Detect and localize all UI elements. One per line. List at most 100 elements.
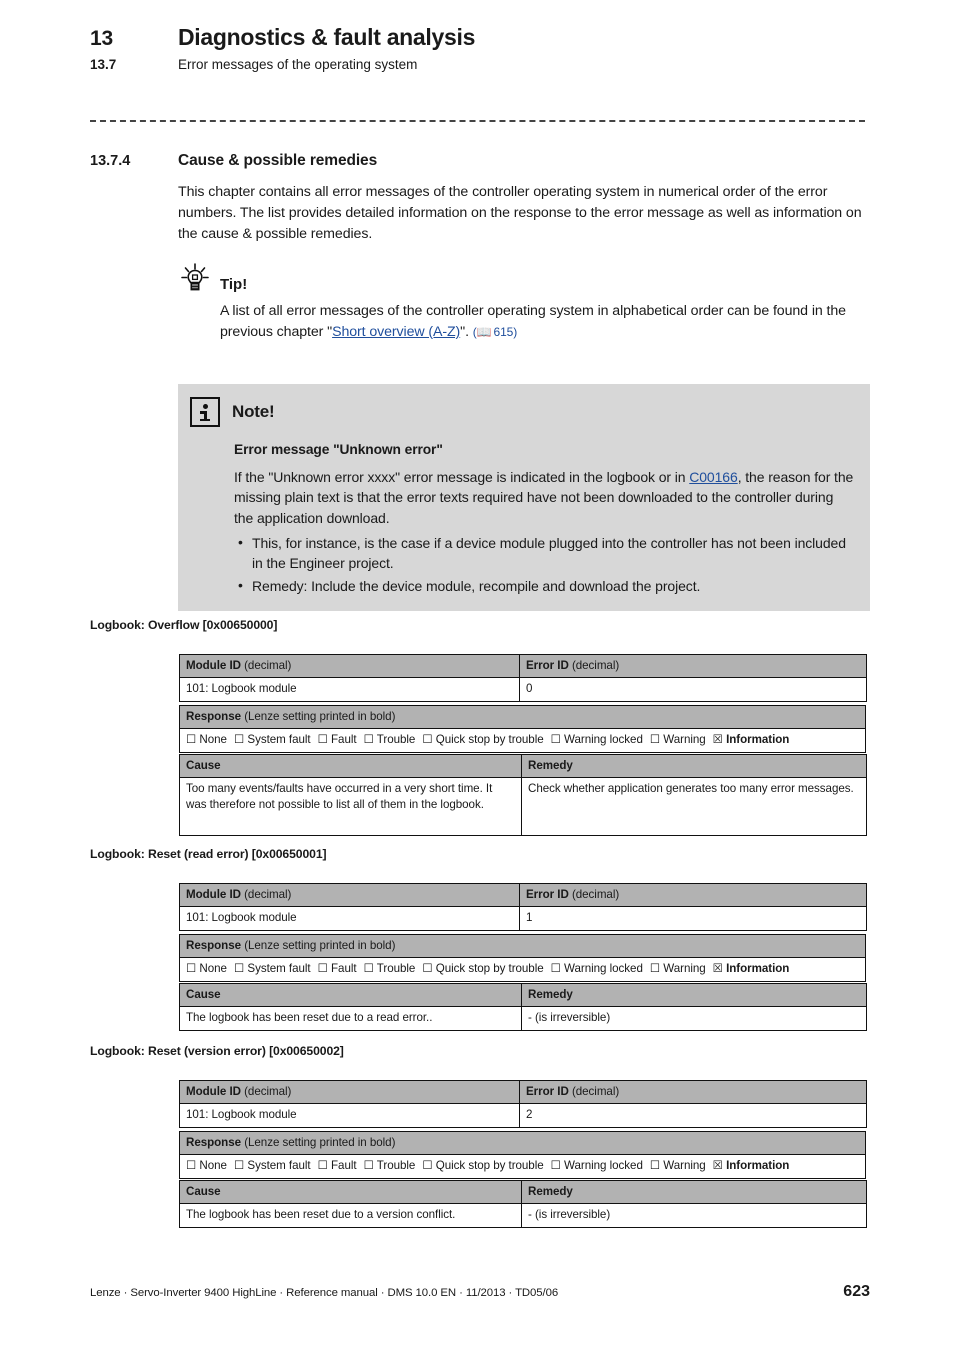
tip-title: Tip!	[220, 276, 248, 293]
response-option-warning-locked[interactable]: ☐ Warning locked	[550, 732, 643, 747]
response-option-trouble[interactable]: ☐ Trouble	[364, 1158, 416, 1172]
page-footer: Lenze · Servo-Inverter 9400 HighLine · R…	[90, 1283, 870, 1301]
error-block-caption: Logbook: Reset (version error) [0x006500…	[90, 1044, 344, 1058]
checkbox-unchecked-icon: ☐	[649, 1158, 661, 1173]
error-id-value: 2	[519, 1103, 867, 1128]
response-option-system-fault[interactable]: ☐ System fault	[233, 1158, 311, 1173]
cause-header: Cause	[179, 982, 522, 1008]
module-id-value: 101: Logbook module	[179, 677, 520, 702]
error-id-value: 0	[519, 677, 867, 702]
module-id-header: Module ID (decimal)	[179, 653, 520, 679]
section-title: Cause & possible remedies	[178, 152, 378, 169]
response-option-none[interactable]: ☐ None	[186, 732, 227, 747]
checkbox-checked-icon: ☒	[712, 732, 723, 747]
page-reference-number: 615	[493, 324, 514, 339]
response-option-information[interactable]: ☒ Information	[712, 961, 790, 976]
response-option-information[interactable]: ☒ Information	[712, 732, 790, 747]
response-option-none[interactable]: ☐ None	[186, 961, 227, 976]
remedy-header: Remedy	[521, 753, 867, 779]
table-row: 101: Logbook module 2	[179, 1103, 867, 1128]
response-option-trouble[interactable]: ☐ Trouble	[363, 732, 416, 747]
checkbox-unchecked-icon: ☐	[186, 732, 197, 747]
id-table: Module ID (decimal) Error ID (decimal) 1…	[179, 1079, 867, 1128]
checkbox-unchecked-icon: ☐	[550, 732, 561, 747]
response-option-warning-locked[interactable]: ☐ Warning locked	[551, 1158, 643, 1172]
module-id-header: Module ID (decimal)	[179, 1079, 520, 1105]
table-row: 101: Logbook module 0	[179, 677, 867, 702]
response-option-none[interactable]: ☐ None	[186, 1158, 227, 1172]
response-option-fault[interactable]: ☐ Fault	[318, 732, 357, 746]
response-options-cell: ☐ None ☐ System fault ☐ Fault ☐ Trouble ☐ Qu…	[179, 728, 866, 753]
tip-text-after-link: ".	[460, 323, 469, 340]
table-row: Cause Remedy	[179, 1179, 867, 1205]
response-option-trouble[interactable]: ☐ Trouble	[364, 961, 416, 975]
remedy-value: - (is irreversible)	[521, 1006, 867, 1031]
response-option-warning[interactable]: ☐ Warning	[649, 1158, 706, 1173]
table-row: Response (Lenze setting printed in bold)	[179, 1130, 866, 1156]
response-option-fault[interactable]: ☐ Fault	[317, 1158, 357, 1173]
error-id-header: Error ID (decimal)	[519, 653, 867, 679]
response-option-fault[interactable]: ☐ Fault	[318, 961, 357, 975]
error-id-header: Error ID (decimal)	[519, 1079, 867, 1105]
table-row: 101: Logbook module 1	[179, 906, 867, 931]
section-heading: 13.7.4 Cause & possible remedies	[90, 152, 870, 170]
error-block-caption: Logbook: Overflow [0x00650000]	[90, 618, 278, 632]
cause-value: The logbook has been reset due to a vers…	[179, 1203, 522, 1228]
checkbox-unchecked-icon: ☐	[233, 1158, 245, 1173]
header-divider	[90, 120, 865, 122]
response-options: ☐ None ☐ System fault ☐ Fault ☐ Trouble ☐ Qu…	[186, 1158, 796, 1173]
checkbox-unchecked-icon: ☐	[186, 961, 197, 976]
response-option-quick-stop-by-trouble[interactable]: ☐ Quick stop by trouble	[422, 961, 543, 975]
short-overview-link[interactable]: Short overview (A-Z)	[332, 324, 460, 340]
running-head: 13 Diagnostics & fault analysis 13.7 Err…	[90, 24, 870, 72]
response-option-system-fault[interactable]: ☐ System fault	[234, 961, 311, 975]
cause-remedy-table: Cause Remedy The logbook has been reset …	[179, 1179, 867, 1228]
page-reference[interactable]: (📖 615)	[473, 325, 517, 339]
list-item: This, for instance, is the case if a dev…	[234, 532, 854, 574]
section-body: This chapter contains all error messages…	[178, 182, 868, 245]
checkbox-unchecked-icon: ☐	[363, 732, 374, 747]
tip-heading: Tip!	[178, 262, 870, 296]
module-id-header: Module ID (decimal)	[179, 882, 520, 908]
response-option-quick-stop-by-trouble[interactable]: ☐ Quick stop by trouble	[422, 1158, 543, 1172]
note-text-before-link: If the "Unknown error xxxx" error messag…	[234, 469, 690, 485]
lightbulb-icon	[178, 262, 212, 296]
table-row: Too many events/faults have occurred in …	[179, 777, 867, 837]
checkbox-unchecked-icon: ☐	[317, 1158, 328, 1173]
cause-value: Too many events/faults have occurred in …	[179, 777, 522, 837]
remedy-value: - (is irreversible)	[521, 1203, 867, 1228]
checkbox-checked-icon: ☒	[712, 961, 723, 976]
list-item: Remedy: Include the device module, recom…	[234, 575, 854, 596]
response-option-warning[interactable]: ☐ Warning	[649, 732, 706, 747]
response-options-cell: ☐ None ☐ System fault ☐ Fault ☐ Trouble ☐ Qu…	[179, 1154, 866, 1179]
checkbox-unchecked-icon: ☐	[649, 732, 661, 747]
response-option-quick-stop-by-trouble[interactable]: ☐ Quick stop by trouble	[422, 732, 543, 747]
response-option-information[interactable]: ☒ Information	[713, 1158, 790, 1172]
checkbox-unchecked-icon: ☐	[550, 961, 561, 976]
note-heading: Note!	[190, 394, 854, 430]
checkbox-unchecked-icon: ☐	[233, 732, 245, 747]
remedy-header: Remedy	[521, 1179, 867, 1205]
chapter-number: 13	[90, 27, 113, 50]
c00166-link[interactable]: C00166	[689, 469, 738, 485]
note-subtitle: Error message "Unknown error"	[234, 442, 443, 457]
tip-body: A list of all error messages of the cont…	[220, 301, 870, 343]
checkbox-unchecked-icon: ☐	[422, 732, 433, 747]
cause-header: Cause	[179, 1179, 522, 1205]
chapter-title: Diagnostics & fault analysis	[178, 24, 476, 50]
table-row: Response (Lenze setting printed in bold)	[179, 704, 866, 730]
response-option-warning-locked[interactable]: ☐ Warning locked	[550, 961, 643, 976]
table-row: Module ID (decimal) Error ID (decimal)	[179, 653, 867, 679]
remedy-header: Remedy	[521, 982, 867, 1008]
table-row: Module ID (decimal) Error ID (decimal)	[179, 1079, 867, 1105]
response-option-warning[interactable]: ☐ Warning	[650, 961, 706, 975]
running-head-section-title: Error messages of the operating system	[178, 57, 418, 72]
response-options: ☐ None ☐ System fault ☐ Fault ☐ Trouble ☐ Qu…	[186, 732, 796, 747]
error-block-caption: Logbook: Reset (read error) [0x00650001]	[90, 847, 327, 861]
intro-paragraph: This chapter contains all error messages…	[178, 184, 862, 242]
cause-header: Cause	[179, 753, 522, 779]
info-icon	[190, 397, 220, 427]
note-bullet-list: This, for instance, is the case if a dev…	[234, 532, 854, 597]
response-option-system-fault[interactable]: ☐ System fault	[233, 732, 311, 747]
table-row: Response (Lenze setting printed in bold)	[179, 933, 866, 959]
